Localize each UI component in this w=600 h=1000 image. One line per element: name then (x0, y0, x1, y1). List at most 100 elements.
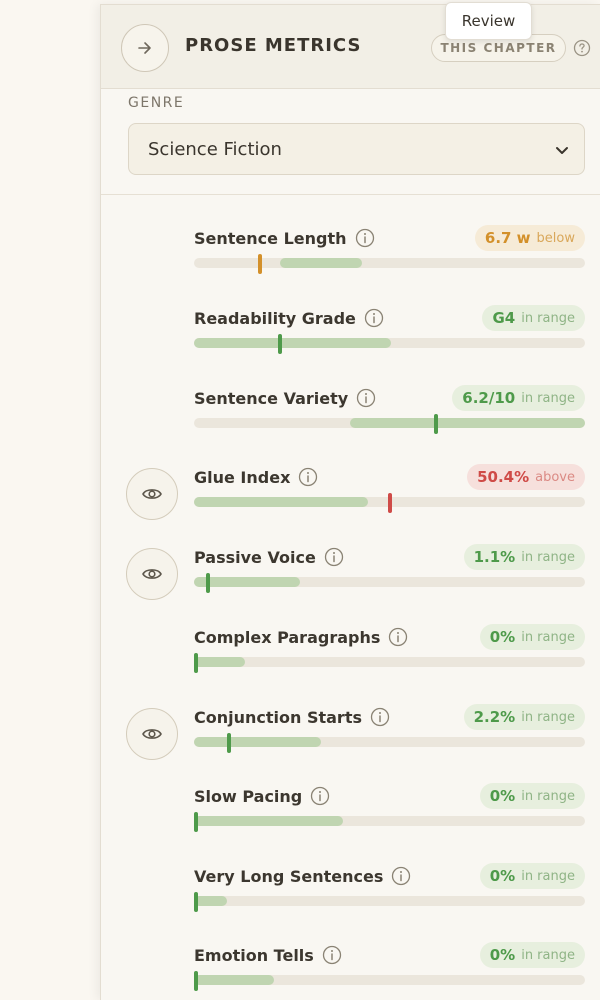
metric-value: 6.2/10 (462, 389, 516, 407)
arrow-right-icon (138, 42, 151, 54)
info-icon[interactable] (370, 707, 390, 727)
metric-value-marker (434, 414, 439, 434)
metric-status-badge: 6.7 w below (474, 225, 585, 251)
metric-name: Conjunction Starts (194, 707, 390, 727)
target-range-band (194, 896, 228, 906)
highlight-toggle-button[interactable] (126, 468, 178, 520)
metric-value: G4 (492, 309, 516, 327)
metric-range-track (194, 493, 585, 513)
metric-value: 0% (489, 787, 516, 805)
metric-label: Complex Paragraphs (194, 627, 381, 647)
metric-readability-grade: Readability Grade G4 in range (101, 305, 600, 385)
metric-status-badge: 50.4% above (467, 464, 585, 490)
metric-slow-pacing: Slow Pacing 0% in range (101, 783, 600, 863)
target-range-band (194, 497, 368, 507)
metric-sentence-variety: Sentence Variety 6.2/10 in range (101, 385, 600, 465)
metric-name: Glue Index (194, 467, 318, 487)
genre-selected-value: Science Fiction (148, 138, 282, 160)
metric-label: Glue Index (194, 467, 291, 487)
review-tooltip: Review (445, 2, 532, 40)
metric-range-track (194, 334, 585, 354)
metric-label: Readability Grade (194, 308, 356, 328)
metric-value: 50.4% (477, 468, 530, 486)
metric-range-track (194, 812, 585, 832)
metric-status: in range (521, 310, 575, 326)
info-icon[interactable] (356, 388, 376, 408)
eye-icon (142, 729, 162, 739)
highlight-toggle-button[interactable] (126, 708, 178, 760)
metric-value: 2.2% (473, 708, 516, 726)
metric-status: in range (521, 629, 575, 645)
target-range-band (194, 975, 275, 985)
metric-value-marker (205, 573, 210, 593)
metric-value-marker (278, 334, 283, 354)
metric-value: 6.7 w (484, 229, 531, 247)
metric-status: in range (521, 788, 575, 804)
info-icon[interactable] (391, 866, 411, 886)
highlight-toggle-button[interactable] (126, 548, 178, 600)
genre-label: GENRE (128, 95, 185, 111)
metric-name: Very Long Sentences (194, 866, 411, 886)
eye-icon (142, 489, 162, 499)
metric-range-track (194, 414, 585, 434)
prose-metrics-panel: PROSE METRICS THIS CHAPTER GENRE Science… (100, 4, 600, 1000)
panel-title: PROSE METRICS (185, 35, 362, 56)
metric-very-long-sentences: Very Long Sentences 0% in range (101, 863, 600, 943)
metric-passive-voice: Passive Voice 1.1% in range (101, 544, 600, 624)
target-range-band (194, 657, 245, 667)
metric-name: Sentence Length (194, 228, 375, 248)
eye-icon (142, 569, 162, 579)
metric-value: 1.1% (473, 548, 516, 566)
metric-name: Slow Pacing (194, 786, 330, 806)
info-icon[interactable] (310, 786, 330, 806)
metric-glue-index: Glue Index 50.4% above (101, 464, 600, 544)
help-circle-icon[interactable] (573, 39, 591, 57)
metric-status: below (536, 230, 575, 246)
info-icon[interactable] (322, 945, 342, 965)
metric-status-badge: 1.1% in range (463, 544, 585, 570)
metric-status-badge: 6.2/10 in range (452, 385, 585, 411)
metric-sentence-length: Sentence Length 6.7 w below (101, 225, 600, 305)
metric-value-marker (194, 812, 198, 832)
metric-status: in range (521, 549, 575, 565)
metric-status-badge: 0% in range (479, 942, 585, 968)
metric-value: 0% (489, 867, 516, 885)
metric-conjunction-starts: Conjunction Starts 2.2% in range (101, 704, 600, 784)
metric-name: Complex Paragraphs (194, 627, 408, 647)
info-icon[interactable] (364, 308, 384, 328)
metric-range-track (194, 254, 585, 274)
info-icon[interactable] (388, 627, 408, 647)
target-range-band (280, 258, 363, 268)
info-icon[interactable] (355, 228, 375, 248)
metric-label: Conjunction Starts (194, 707, 362, 727)
metric-status: in range (521, 390, 575, 406)
info-icon[interactable] (298, 467, 318, 487)
metric-name: Sentence Variety (194, 388, 376, 408)
metric-value-marker (194, 971, 198, 991)
section-divider (101, 194, 600, 195)
metric-name: Emotion Tells (194, 945, 342, 965)
metric-value: 0% (489, 628, 516, 646)
info-icon[interactable] (324, 547, 344, 567)
genre-select[interactable]: Science Fiction (128, 123, 585, 175)
metric-label: Sentence Length (194, 228, 347, 248)
metric-status: in range (521, 709, 575, 725)
metric-complex-paragraphs: Complex Paragraphs 0% in range (101, 624, 600, 704)
metric-range-track (194, 653, 585, 673)
metric-value-marker (258, 254, 263, 274)
collapse-panel-button[interactable] (121, 24, 169, 72)
metric-status-badge: 0% in range (479, 783, 585, 809)
metric-label: Slow Pacing (194, 786, 303, 806)
metric-status: in range (521, 947, 575, 963)
metric-status-badge: 0% in range (479, 624, 585, 650)
metric-label: Very Long Sentences (194, 866, 384, 886)
metric-range-track (194, 892, 585, 912)
target-range-band (194, 816, 343, 826)
target-range-band (194, 577, 300, 587)
chevron-down-icon (556, 147, 568, 154)
metric-name: Passive Voice (194, 547, 344, 567)
metric-name: Readability Grade (194, 308, 384, 328)
metric-label: Passive Voice (194, 547, 316, 567)
metric-status-badge: G4 in range (482, 305, 585, 331)
metric-status: above (535, 469, 575, 485)
